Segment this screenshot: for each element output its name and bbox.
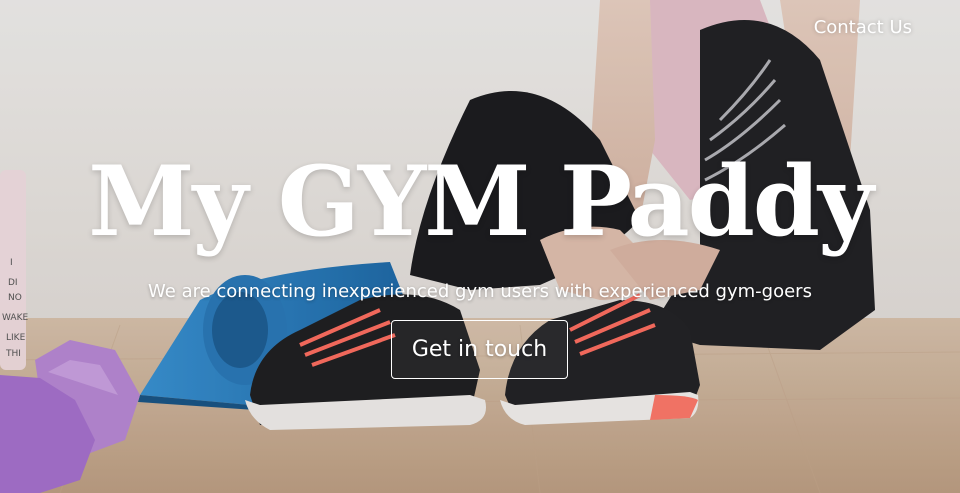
get-in-touch-button[interactable]: Get in touch [391,320,568,379]
hero-section: I DI NO WAKE LIKE THI Contact Us My GYM … [0,0,960,493]
hero-subtitle: We are connecting inexperienced gym user… [148,281,812,302]
contact-us-link[interactable]: Contact Us [814,17,912,38]
hero-title: My GYM Paddy [88,145,874,258]
